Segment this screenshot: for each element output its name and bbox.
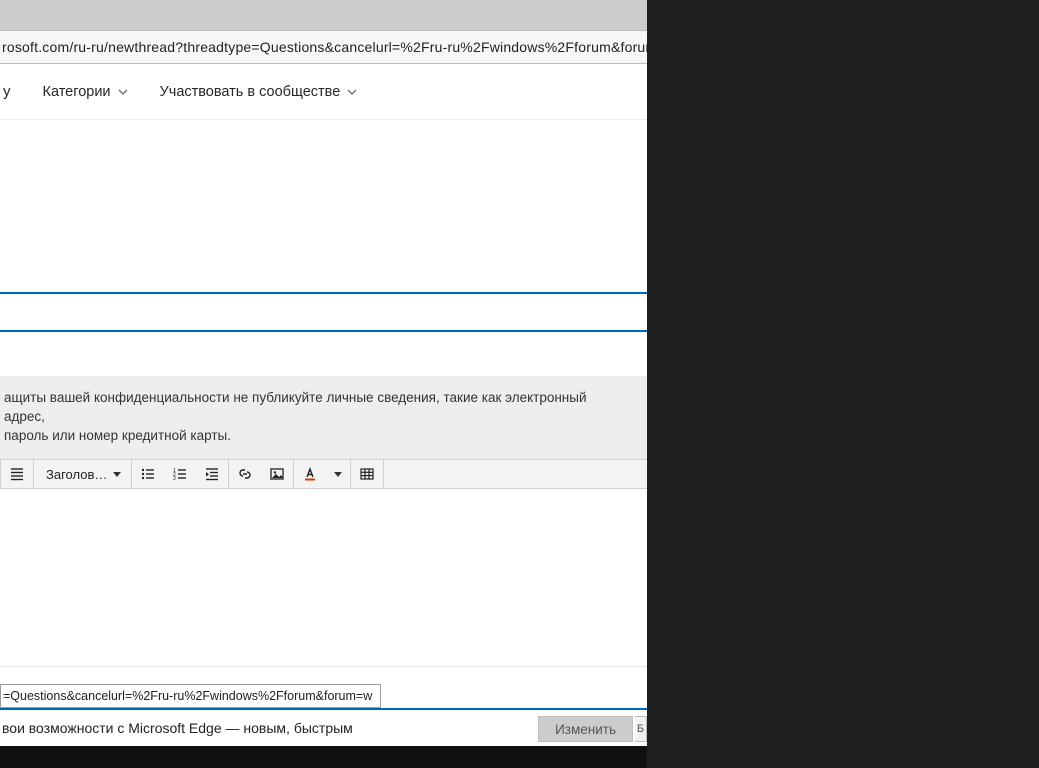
site-nav: y Категории Участвовать в сообществе — [0, 64, 647, 120]
edge-promo-more-button[interactable]: Б — [635, 716, 647, 742]
edge-promo-bar: вои возможности с Microsoft Edge — новым… — [0, 708, 647, 746]
align-justify-button[interactable] — [1, 460, 33, 488]
ordered-list-button[interactable]: 123 — [164, 460, 196, 488]
spacer — [0, 332, 647, 376]
heading-dropdown[interactable]: Заголов… — [34, 460, 131, 488]
edge-promo-more-glyph: Б — [637, 723, 644, 735]
font-color-button[interactable] — [294, 460, 326, 488]
chevron-down-icon — [347, 87, 357, 97]
address-bar[interactable]: rosoft.com/ru-ru/newthread?threadtype=Qu… — [0, 30, 647, 64]
chevron-down-icon — [118, 87, 128, 97]
unordered-list-button[interactable] — [132, 460, 164, 488]
font-color-dropdown[interactable] — [326, 460, 350, 488]
nav-participate-label: Участвовать в сообществе — [160, 84, 341, 100]
nav-truncated-text: y — [3, 83, 11, 100]
indent-button[interactable] — [196, 460, 228, 488]
caret-down-icon — [113, 472, 121, 477]
svg-text:3: 3 — [173, 476, 176, 482]
status-bar: =Questions&cancelurl=%2Fru-ru%2Fwindows%… — [0, 684, 381, 708]
tab-strip — [0, 0, 647, 30]
edge-promo-button-label: Изменить — [555, 722, 616, 737]
nav-participate[interactable]: Участвовать в сообществе — [160, 84, 358, 100]
nav-categories-label: Категории — [43, 84, 111, 100]
address-bar-text: rosoft.com/ru-ru/newthread?threadtype=Qu… — [0, 39, 647, 55]
page-content: y Категории Участвовать в сообществе ащи… — [0, 64, 647, 768]
privacy-notice: ащиты вашей конфиденциальности не публик… — [0, 376, 647, 459]
caret-down-icon — [334, 472, 342, 477]
heading-dropdown-label: Заголов… — [46, 467, 107, 482]
thread-title-input[interactable] — [0, 292, 647, 332]
link-button[interactable] — [229, 460, 261, 488]
edge-promo-button[interactable]: Изменить — [538, 716, 633, 742]
nav-categories[interactable]: Категории — [43, 84, 128, 100]
edge-promo-text: вои возможности с Microsoft Edge — новым… — [2, 720, 353, 736]
status-bar-text: =Questions&cancelurl=%2Fru-ru%2Fwindows%… — [3, 689, 372, 703]
table-button[interactable] — [351, 460, 383, 488]
privacy-notice-line: пароль или номер кредитной карты. — [4, 426, 631, 445]
editor-textarea[interactable] — [0, 489, 647, 667]
browser-window: rosoft.com/ru-ru/newthread?threadtype=Qu… — [0, 0, 647, 768]
privacy-notice-line: ащиты вашей конфиденциальности не публик… — [4, 388, 631, 426]
spacer — [0, 120, 647, 292]
editor-toolbar: Заголов… 123 — [0, 459, 647, 489]
taskbar-fragment — [0, 746, 647, 768]
toolbar-separator — [383, 460, 384, 488]
image-button[interactable] — [261, 460, 293, 488]
